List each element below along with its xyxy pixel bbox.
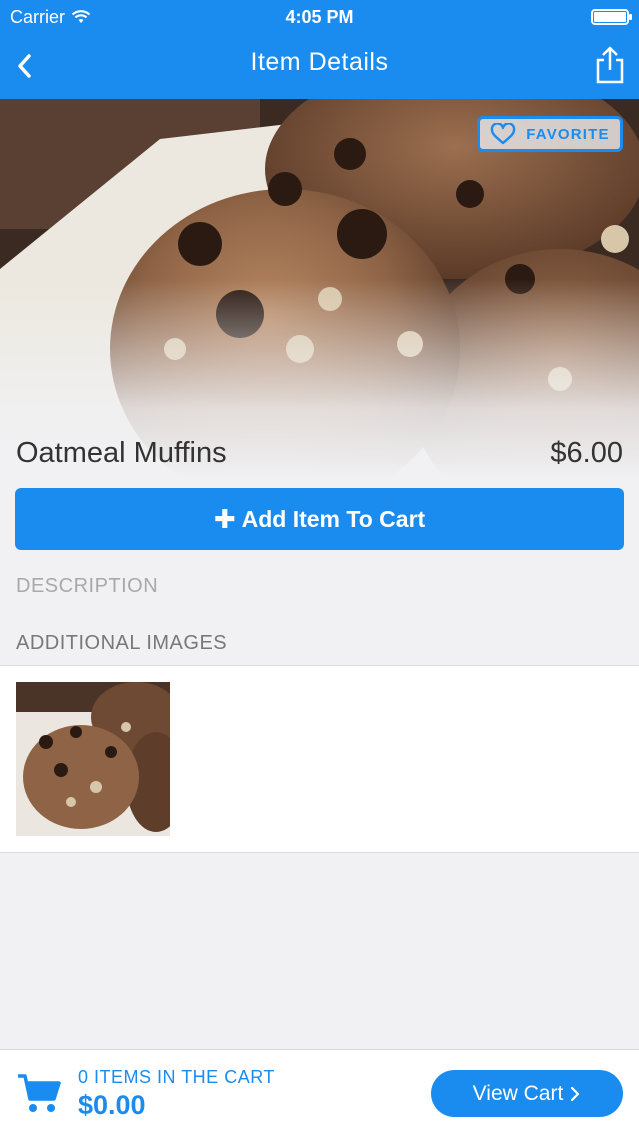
cart-bar: 0 ITEMS IN THE CART $0.00 View Cart <box>0 1049 639 1136</box>
chevron-right-icon <box>571 1086 580 1101</box>
item-price: $6.00 <box>550 437 623 469</box>
view-cart-button[interactable]: View Cart <box>431 1070 623 1117</box>
add-to-cart-label: Add Item To Cart <box>241 505 426 532</box>
heart-icon <box>491 123 516 145</box>
cart-item-count: 0 ITEMS IN THE CART <box>78 1067 275 1087</box>
muffins-thumbnail-photo <box>16 682 170 836</box>
description-label: DESCRIPTION <box>16 575 159 597</box>
nav-bar: Item Details <box>0 34 639 99</box>
additional-image-thumbnail[interactable] <box>16 682 170 836</box>
additional-images-row <box>0 665 639 853</box>
page-title: Item Details <box>250 48 389 76</box>
status-bar: Carrier 4:05 PM <box>0 0 639 34</box>
plus-icon: ✚ <box>213 503 236 534</box>
favorite-label: FAVORITE <box>526 125 610 143</box>
add-to-cart-button[interactable]: ✚ Add Item To Cart <box>15 488 624 550</box>
share-icon <box>596 46 624 84</box>
battery-icon <box>591 9 632 25</box>
share-button[interactable] <box>593 44 627 86</box>
cart-total: $0.00 <box>78 1090 146 1120</box>
item-name: Oatmeal Muffins <box>16 437 227 469</box>
item-hero-image: FAVORITE <box>0 99 639 479</box>
shopping-cart-icon <box>18 1074 61 1112</box>
view-cart-label: View Cart <box>472 1081 564 1105</box>
favorite-button[interactable]: FAVORITE <box>477 116 623 152</box>
additional-images-label: ADDITIONAL IMAGES <box>16 632 228 654</box>
status-time: 4:05 PM <box>285 7 354 27</box>
top-bar: Carrier 4:05 PM Item Details <box>0 0 639 99</box>
